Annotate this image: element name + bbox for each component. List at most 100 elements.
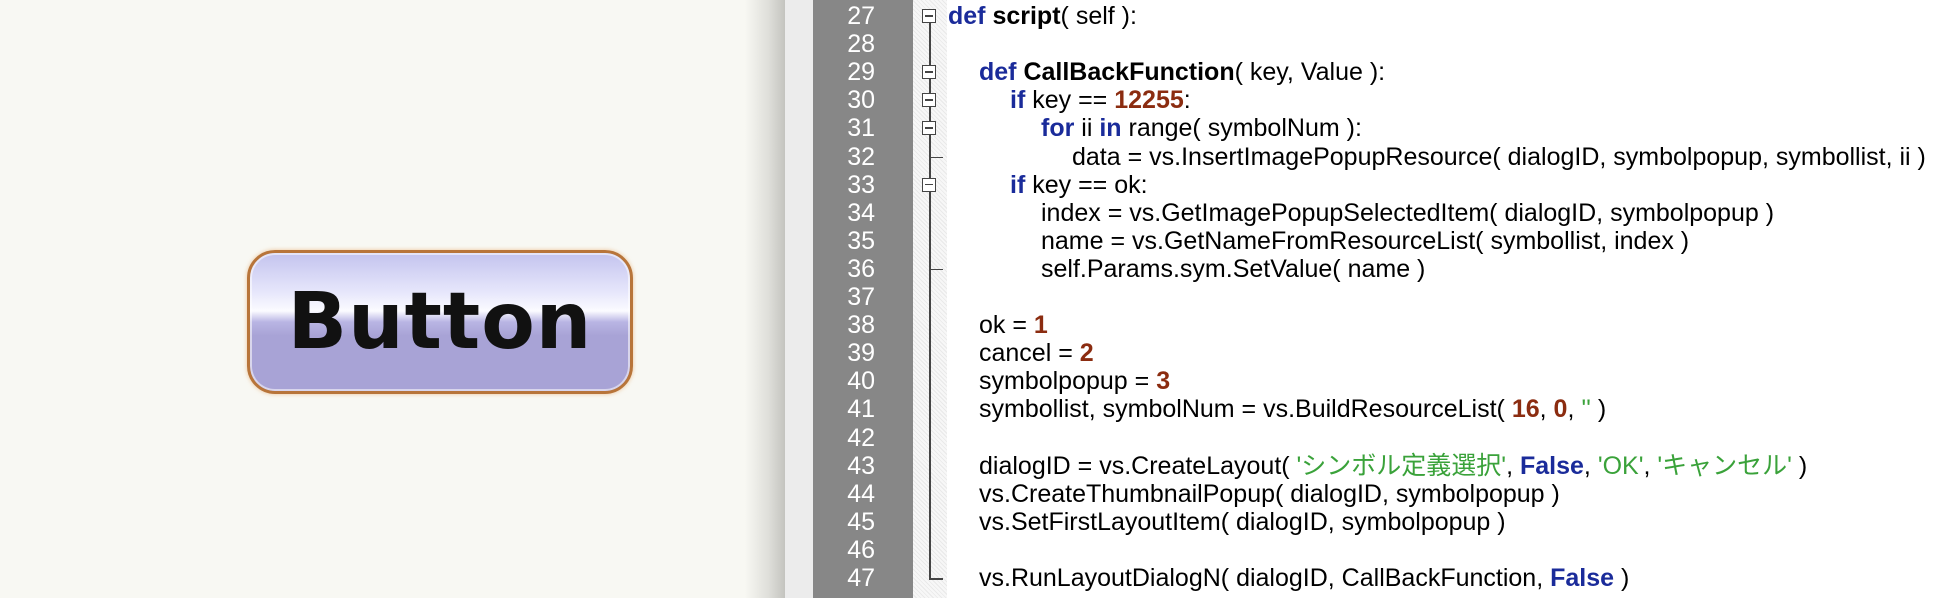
code-token: vs.RunLayoutDialogN( dialogID, CallBackF… bbox=[979, 564, 1551, 592]
code-token: , bbox=[1643, 451, 1658, 480]
line-number: 35 bbox=[847, 226, 875, 255]
code-text: index = vs.GetImagePopupSelectedItem( di… bbox=[1041, 199, 1774, 227]
code-line[interactable]: 40 symbolpopup = 3 bbox=[0, 367, 1946, 395]
code-text: def CallBackFunction( key, Value ): bbox=[979, 58, 1385, 86]
code-text: symbollist, symbolNum = vs.BuildResource… bbox=[979, 395, 1606, 423]
code-token: 2 bbox=[1079, 339, 1094, 368]
code-line[interactable]: 41 symbollist, symbolNum = vs.BuildResour… bbox=[0, 395, 1946, 423]
line-number: 28 bbox=[847, 30, 875, 59]
code-token: , bbox=[1583, 451, 1598, 480]
code-text: vs.SetFirstLayoutItem( dialogID, symbolp… bbox=[979, 508, 1506, 536]
line-number: 32 bbox=[847, 142, 875, 171]
code-token: : bbox=[1183, 86, 1191, 115]
line-number: 43 bbox=[847, 451, 875, 480]
code-token: ( self ): bbox=[1060, 2, 1137, 30]
code-text: if key == 12255: bbox=[1010, 86, 1191, 114]
code-line[interactable]: 36 self.Params.sym.SetValue( name ) bbox=[0, 255, 1946, 283]
code-token: 'シンボル定義選択' bbox=[1296, 451, 1507, 480]
code-token: for bbox=[1041, 114, 1075, 143]
code-text: if key == ok: bbox=[1010, 171, 1148, 199]
code-token: range( symbolNum ): bbox=[1121, 114, 1362, 143]
code-token: dialogID = vs.CreateLayout( bbox=[979, 451, 1297, 480]
code-token: if bbox=[1010, 86, 1026, 115]
code-line[interactable]: 45 vs.SetFirstLayoutItem( dialogID, symbo… bbox=[0, 508, 1946, 536]
line-number: 38 bbox=[847, 311, 875, 340]
code-token: symbolpopup = bbox=[979, 367, 1157, 396]
code-token: vs.CreateThumbnailPopup( dialogID, symbo… bbox=[979, 479, 1560, 508]
line-number: 41 bbox=[847, 395, 875, 424]
line-number: 33 bbox=[847, 170, 875, 199]
line-number: 30 bbox=[847, 86, 875, 115]
fold-toggle-icon[interactable] bbox=[922, 65, 936, 80]
code-line[interactable]: 33 if key == ok: bbox=[0, 171, 1946, 199]
code-line[interactable]: 30 if key == 12255: bbox=[0, 86, 1946, 114]
code-token: def bbox=[979, 58, 1017, 87]
code-line[interactable]: 32 data = vs.InsertImagePopupResource( di… bbox=[0, 143, 1946, 171]
code-token: ok = bbox=[979, 311, 1034, 340]
code-token: cancel = bbox=[979, 339, 1080, 368]
code-token: 1 bbox=[1033, 311, 1048, 340]
code-token: if bbox=[1010, 170, 1026, 199]
line-number: 44 bbox=[847, 479, 875, 508]
code-line[interactable]: 38 ok = 1 bbox=[0, 311, 1946, 339]
code-token: False bbox=[1519, 451, 1584, 480]
code-token: index = vs.GetImagePopupSelectedItem( di… bbox=[1041, 198, 1775, 227]
line-number: 31 bbox=[847, 114, 875, 143]
line-number: 45 bbox=[847, 507, 875, 536]
code-line[interactable]: 44 vs.CreateThumbnailPopup( dialogID, sym… bbox=[0, 480, 1946, 508]
code-line[interactable]: 35 name = vs.GetNameFromResourceList( sym… bbox=[0, 227, 1946, 255]
code-text: symbolpopup = 3 bbox=[979, 367, 1170, 395]
line-number: 37 bbox=[847, 283, 875, 311]
code-token: in bbox=[1099, 114, 1122, 143]
code-line[interactable]: 42 bbox=[0, 424, 1946, 452]
code-token: , bbox=[1567, 395, 1582, 424]
code-token: data = vs.InsertImagePopupResource( dial… bbox=[1072, 142, 1926, 171]
code-text: cancel = 2 bbox=[979, 339, 1094, 367]
code-line[interactable]: 39 cancel = 2 bbox=[0, 339, 1946, 367]
code-line[interactable]: 28 bbox=[0, 30, 1946, 58]
code-line[interactable]: 34 index = vs.GetImagePopupSelectedItem( … bbox=[0, 199, 1946, 227]
code-token: ) bbox=[1590, 395, 1607, 424]
code-token: self.Params.sym.SetValue( name ) bbox=[1041, 254, 1426, 283]
line-number: 36 bbox=[847, 254, 875, 283]
code-token: , bbox=[1539, 395, 1554, 424]
code-line[interactable]: 29 def CallBackFunction( key, Value ): bbox=[0, 58, 1946, 86]
line-number: 42 bbox=[847, 423, 875, 452]
code-text: for ii in range( symbolNum ): bbox=[1041, 114, 1362, 142]
code-line[interactable]: 37 bbox=[0, 283, 1946, 311]
fold-end-marker bbox=[929, 578, 943, 580]
code-token: '' bbox=[1581, 395, 1591, 424]
fold-toggle-icon[interactable] bbox=[922, 121, 936, 136]
code-token: 16 bbox=[1511, 395, 1540, 424]
code-line[interactable]: 46 bbox=[0, 536, 1946, 564]
line-number: 39 bbox=[847, 339, 875, 368]
line-number: 27 bbox=[847, 2, 875, 30]
code-text: ok = 1 bbox=[979, 311, 1048, 339]
code-token: ) bbox=[1614, 564, 1630, 592]
line-number: 40 bbox=[847, 367, 875, 396]
fold-toggle-icon[interactable] bbox=[922, 93, 936, 108]
code-text: self.Params.sym.SetValue( name ) bbox=[1041, 255, 1425, 283]
code-line[interactable]: 27 def script( self ): bbox=[0, 2, 1946, 30]
code-token: ( key, Value ): bbox=[1234, 58, 1386, 87]
line-number: 46 bbox=[847, 535, 875, 564]
code-token: 'OK' bbox=[1597, 451, 1644, 480]
line-number: 34 bbox=[847, 198, 875, 227]
code-token: , bbox=[1506, 451, 1520, 480]
fold-toggle-icon[interactable] bbox=[922, 177, 936, 192]
code-token: def bbox=[948, 2, 986, 30]
code-text: dialogID = vs.CreateLayout( 'シンボル定義選択', … bbox=[979, 452, 1807, 480]
code-line[interactable]: 31 for ii in range( symbolNum ): bbox=[0, 114, 1946, 142]
code-line[interactable]: 43 dialogID = vs.CreateLayout( 'シンボル定義選択'… bbox=[0, 452, 1946, 480]
code-line[interactable]: 47 vs.RunLayoutDialogN( dialogID, CallBac… bbox=[0, 564, 1946, 592]
fold-toggle-icon[interactable] bbox=[922, 9, 936, 23]
code-token: 0 bbox=[1553, 395, 1568, 424]
code-text: vs.CreateThumbnailPopup( dialogID, symbo… bbox=[979, 480, 1560, 508]
code-text: vs.RunLayoutDialogN( dialogID, CallBackF… bbox=[979, 564, 1629, 592]
code-token: 3 bbox=[1156, 367, 1171, 396]
code-token: script bbox=[992, 2, 1061, 30]
code-token: CallBackFunction bbox=[1023, 58, 1235, 87]
line-number: 29 bbox=[847, 58, 875, 87]
code-token: ) bbox=[1791, 451, 1808, 480]
code-token: key == ok: bbox=[1025, 170, 1148, 199]
